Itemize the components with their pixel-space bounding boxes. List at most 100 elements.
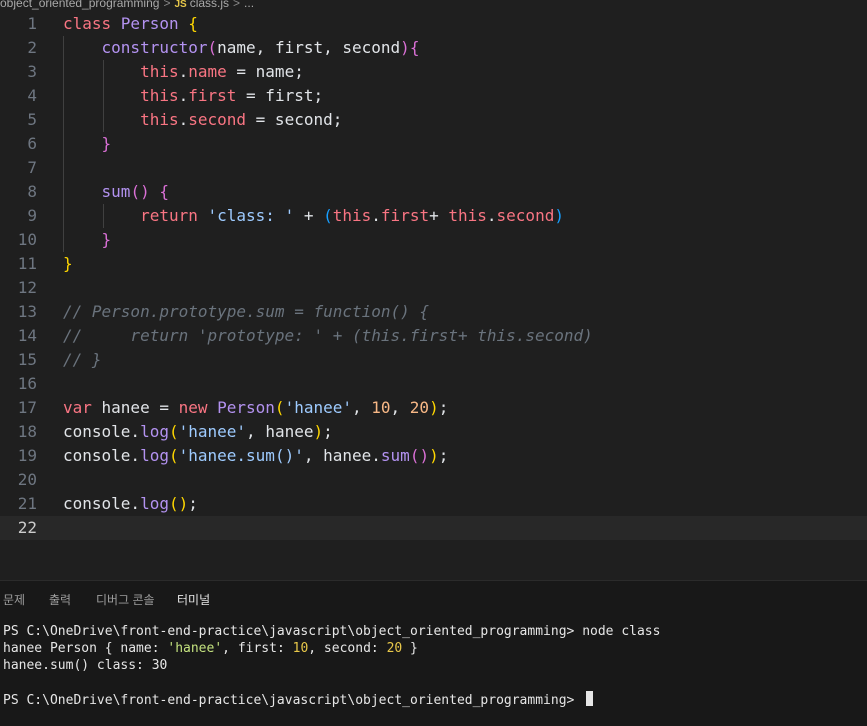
line-number: 21 — [17, 494, 37, 513]
code-token: + — [429, 206, 449, 225]
code-editor[interactable]: 1 class Person {2 constructor(name, first… — [0, 12, 867, 580]
code-line[interactable]: 19 console.log('hanee.sum()', hanee.sum()… — [0, 444, 867, 468]
code-token: } — [63, 254, 73, 273]
tab-problems[interactable]: 문제 — [3, 591, 25, 608]
code-token: () — [409, 446, 430, 465]
code-text: } — [63, 228, 112, 252]
code-line[interactable]: 22 — [0, 516, 867, 540]
breadcrumb-file[interactable]: class.js — [190, 0, 229, 10]
terminal-output-number: 10 — [292, 641, 309, 656]
code-line[interactable]: 21 console.log(); — [0, 492, 867, 516]
terminal[interactable]: PS C:\OneDrive\front-end-practice\javasc… — [0, 615, 867, 726]
line-number: 2 — [27, 38, 37, 57]
tab-output[interactable]: 출력 — [49, 591, 71, 608]
code-text: var hanee = new Person('hanee', 10, 20); — [63, 396, 448, 420]
terminal-prompt: PS C:\OneDrive\front-end-practice\javasc… — [3, 693, 583, 708]
code-line[interactable]: 14 // return 'prototype: ' + (this.first+… — [0, 324, 867, 348]
panel-tabs: 문제 출력 디버그 콘솔 터미널 — [0, 581, 867, 616]
code-token: hanee = — [101, 398, 179, 417]
code-line[interactable]: 6 } — [0, 132, 867, 156]
code-token: name — [188, 62, 227, 81]
code-line[interactable]: 11} — [0, 252, 867, 276]
code-token: // } — [63, 350, 102, 369]
code-line[interactable]: 13 // Person.prototype.sum = function() { — [0, 300, 867, 324]
code-token: var — [63, 398, 102, 417]
code-token: this — [140, 110, 179, 129]
code-token: { — [188, 14, 198, 33]
code-token: ( — [168, 446, 179, 465]
line-number: 3 — [27, 62, 37, 81]
breadcrumb-folder[interactable]: object_oriented_programming — [0, 0, 159, 10]
code-token: ) — [429, 398, 439, 417]
code-line[interactable]: 17 var hanee = new Person('hanee', 10, 20… — [0, 396, 867, 420]
code-line[interactable]: 16 — [0, 372, 867, 396]
terminal-output: hanee.sum() class: 30 — [3, 658, 168, 673]
line-number: 18 — [17, 422, 37, 441]
line-number: 7 — [27, 158, 37, 177]
code-token: sum — [101, 182, 131, 201]
code-line[interactable]: 10 } — [0, 228, 867, 252]
terminal-output-number: 20 — [386, 641, 403, 656]
code-token: return — [140, 206, 208, 225]
terminal-command: node class — [582, 624, 661, 639]
code-token: // Person.prototype.sum = function() { — [63, 302, 430, 321]
code-token: = name; — [226, 62, 304, 81]
code-token: 10 — [371, 398, 391, 417]
code-line[interactable]: 15 // } — [0, 348, 867, 372]
code-line[interactable]: 5 this.second = second; — [0, 108, 867, 132]
code-text: this.name = name; — [63, 60, 304, 84]
terminal-cursor — [586, 691, 594, 706]
terminal-output-string: 'hanee' — [167, 641, 223, 656]
code-line[interactable]: 8 sum() { — [0, 180, 867, 204]
tab-terminal[interactable]: 터미널 — [177, 591, 211, 616]
code-line[interactable]: 18 console.log('hanee', hanee); — [0, 420, 867, 444]
code-line[interactable]: 9 return 'class: ' + (this.first+ this.s… — [0, 204, 867, 228]
line-number: 20 — [17, 470, 37, 489]
code-token: console. — [63, 422, 141, 441]
code-line[interactable]: 4 this.first = first; — [0, 84, 867, 108]
code-text: } — [63, 132, 112, 156]
terminal-output: } — [402, 641, 418, 656]
code-line[interactable]: 7 — [0, 156, 867, 180]
code-token: ; — [323, 422, 333, 441]
chevron-right-icon: > — [233, 0, 241, 10]
breadcrumb-more[interactable]: ... — [244, 0, 254, 10]
code-token: this — [140, 62, 179, 81]
code-token: ( — [323, 206, 333, 225]
line-number: 15 — [17, 350, 37, 369]
terminal-output: , first: — [222, 641, 293, 656]
javascript-file-icon: JS — [174, 0, 187, 10]
code-token: this — [332, 206, 372, 225]
line-number: 19 — [17, 446, 37, 465]
code-token: ) — [429, 446, 439, 465]
line-number: 22 — [17, 518, 37, 537]
code-token: , — [390, 398, 410, 417]
code-token: constructor — [101, 38, 208, 57]
tab-debug-console[interactable]: 디버그 콘솔 — [96, 591, 155, 608]
code-token: class — [63, 14, 121, 33]
code-text: this.first = first; — [63, 84, 323, 108]
code-line[interactable]: 2 constructor(name, first, second){ — [0, 36, 867, 60]
code-token: } — [101, 230, 112, 249]
code-token: { — [409, 38, 420, 57]
code-token: 'class: ' — [207, 206, 295, 225]
code-token: = first; — [236, 86, 324, 105]
code-token: log — [140, 446, 169, 465]
code-line[interactable]: 20 — [0, 468, 867, 492]
code-token: this — [448, 206, 487, 225]
code-token: log — [140, 422, 169, 441]
code-token: Person — [120, 14, 189, 33]
code-line[interactable]: 12 — [0, 276, 867, 300]
code-text: this.second = second; — [63, 108, 342, 132]
code-line[interactable]: 1 class Person { — [0, 12, 867, 36]
code-text: return 'class: ' + (this.first+ this.sec… — [63, 204, 564, 228]
code-token: ; — [188, 494, 198, 513]
code-token: . — [178, 110, 189, 129]
code-line[interactable]: 3 this.name = name; — [0, 60, 867, 84]
code-token: ; — [438, 398, 449, 417]
